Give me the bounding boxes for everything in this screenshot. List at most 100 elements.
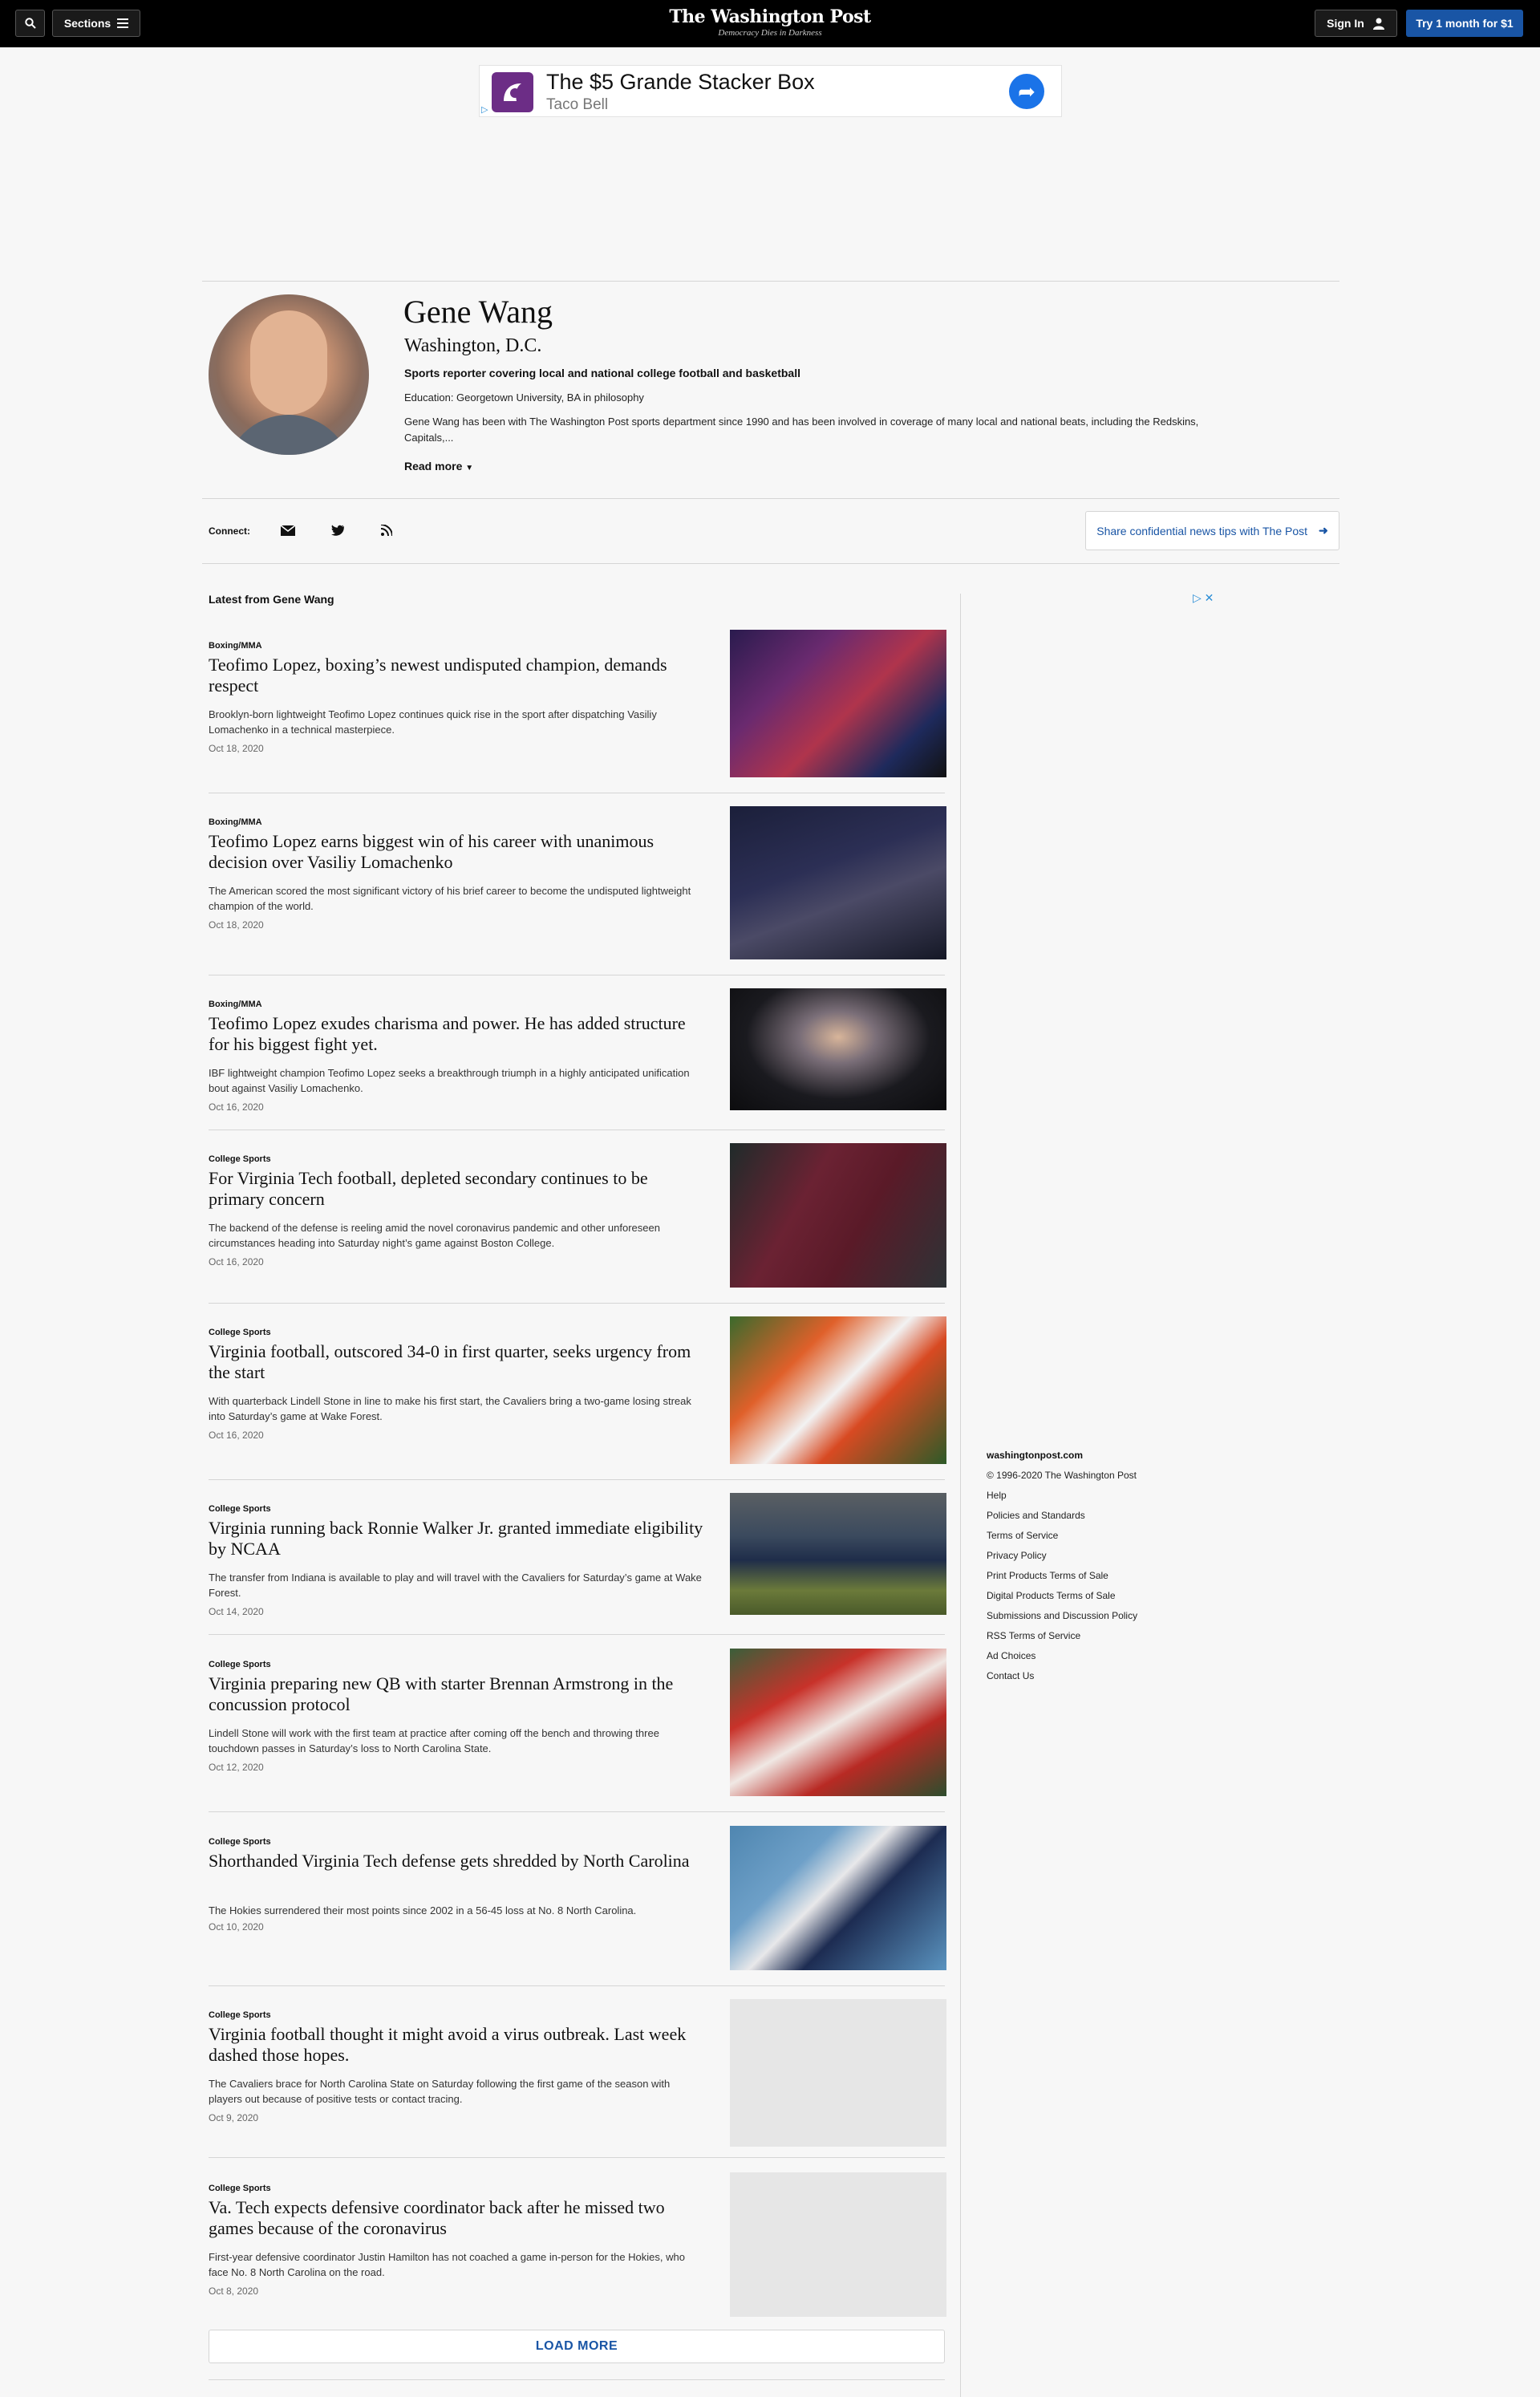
divider bbox=[202, 281, 1339, 282]
adchoices-icon[interactable]: ▷ ✕ bbox=[1193, 591, 1214, 605]
article-divider bbox=[209, 1303, 945, 1304]
article-date: Oct 8, 2020 bbox=[209, 2285, 259, 2297]
article-headline[interactable]: Teofimo Lopez exudes charisma and power.… bbox=[209, 1013, 706, 1055]
logo-tagline: Democracy Dies in Darkness bbox=[718, 28, 822, 38]
latest-heading: Latest from Gene Wang bbox=[209, 593, 334, 606]
article-section: College Sports bbox=[209, 1660, 271, 1669]
article-blurb: IBF lightweight champion Teofimo Lopez s… bbox=[209, 1067, 690, 1094]
article-thumbnail[interactable] bbox=[730, 1649, 946, 1796]
ad-title: The $5 Grande Stacker Box bbox=[546, 70, 815, 94]
article-blurb: With quarterback Lindell Stone in line t… bbox=[209, 1395, 691, 1422]
banner-ad[interactable]: The $5 Grande Stacker Box Taco Bell ➦ ▷ bbox=[479, 65, 1062, 117]
article-headline[interactable]: Va. Tech expects defensive coordinator b… bbox=[209, 2197, 706, 2239]
read-more-button[interactable]: Read more ▼ bbox=[404, 460, 473, 473]
article-blurb: First-year defensive coordinator Justin … bbox=[209, 2251, 685, 2278]
ad-directions-icon[interactable]: ➦ bbox=[1009, 74, 1044, 109]
article-divider bbox=[209, 1634, 945, 1635]
article-blurb: Brooklyn-born lightweight Teofimo Lopez … bbox=[209, 708, 657, 736]
rss-icon[interactable] bbox=[378, 521, 395, 539]
article-thumbnail[interactable] bbox=[730, 1826, 946, 1970]
article-date: Oct 16, 2020 bbox=[209, 1101, 264, 1113]
sections-label: Sections bbox=[63, 17, 111, 30]
article-date: Oct 10, 2020 bbox=[209, 1921, 264, 1933]
article-section: Boxing/MMA bbox=[209, 641, 262, 651]
author-location: Washington, D.C. bbox=[404, 335, 542, 356]
article-thumbnail[interactable] bbox=[730, 630, 946, 777]
article-blurb: The transfer from Indiana is available t… bbox=[209, 1572, 702, 1599]
load-more-button[interactable]: LOAD MORE bbox=[209, 2330, 945, 2363]
footer-link[interactable]: RSS Terms of Service bbox=[987, 1626, 1137, 1646]
article-date: Oct 18, 2020 bbox=[209, 919, 264, 931]
divider bbox=[209, 2379, 945, 2380]
footer-link[interactable]: Help bbox=[987, 1486, 1137, 1506]
article-date: Oct 16, 2020 bbox=[209, 1430, 264, 1441]
article-thumbnail-placeholder[interactable] bbox=[730, 2172, 946, 2317]
article-divider bbox=[209, 2157, 945, 2158]
article-thumbnail[interactable] bbox=[730, 988, 946, 1110]
tips-label: Share confidential news tips with The Po… bbox=[1096, 524, 1308, 537]
article-headline[interactable]: Teofimo Lopez, boxing’s newest undispute… bbox=[209, 655, 706, 696]
share-news-tips-button[interactable]: Share confidential news tips with The Po… bbox=[1085, 511, 1339, 550]
article-headline[interactable]: For Virginia Tech football, depleted sec… bbox=[209, 1168, 706, 1210]
article-date: Oct 12, 2020 bbox=[209, 1762, 264, 1773]
article-headline[interactable]: Virginia football thought it might avoid… bbox=[209, 2024, 706, 2066]
article-blurb: Lindell Stone will work with the first t… bbox=[209, 1727, 659, 1754]
sign-in-button[interactable]: Sign In bbox=[1315, 10, 1397, 37]
article-divider bbox=[209, 1811, 945, 1812]
article-divider bbox=[209, 1479, 945, 1480]
article-thumbnail[interactable] bbox=[730, 1143, 946, 1288]
article-date: Oct 18, 2020 bbox=[209, 743, 264, 754]
adchoices-icon[interactable]: ▷ bbox=[481, 104, 488, 115]
email-icon[interactable] bbox=[279, 521, 297, 539]
article-thumbnail-placeholder[interactable] bbox=[730, 1999, 946, 2147]
caret-down-icon: ▼ bbox=[465, 464, 474, 473]
article-divider bbox=[209, 1985, 945, 1986]
article-date: Oct 14, 2020 bbox=[209, 1606, 264, 1617]
article-section: College Sports bbox=[209, 2184, 271, 2193]
connect-label: Connect: bbox=[209, 525, 250, 537]
article-headline[interactable]: Virginia running back Ronnie Walker Jr. … bbox=[209, 1518, 706, 1559]
read-more-label: Read more bbox=[404, 460, 463, 473]
sign-in-label: Sign In bbox=[1327, 17, 1364, 30]
article-blurb: The American scored the most significant… bbox=[209, 885, 691, 912]
article-blurb: The Cavaliers brace for North Carolina S… bbox=[209, 2078, 671, 2105]
footer-link[interactable]: Digital Products Terms of Sale bbox=[987, 1586, 1137, 1606]
author-title: Sports reporter covering local and natio… bbox=[404, 367, 800, 379]
divider bbox=[202, 563, 1339, 564]
twitter-icon[interactable] bbox=[329, 521, 346, 539]
footer-link[interactable]: Print Products Terms of Sale bbox=[987, 1566, 1137, 1586]
article-blurb: The Hokies surrendered their most points… bbox=[209, 1904, 637, 1916]
footer-copyright: © 1996-2020 The Washington Post bbox=[987, 1470, 1137, 1481]
search-button[interactable] bbox=[15, 10, 45, 37]
footer-link[interactable]: Ad Choices bbox=[987, 1646, 1137, 1666]
article-headline[interactable]: Virginia football, outscored 34-0 in fir… bbox=[209, 1341, 706, 1383]
logo-name: The Washington Post bbox=[669, 6, 871, 27]
search-icon bbox=[24, 18, 36, 29]
arrow-right-icon: ➜ bbox=[1319, 524, 1328, 537]
author-avatar bbox=[209, 294, 369, 455]
footer-link[interactable]: Policies and Standards bbox=[987, 1506, 1137, 1526]
article-thumbnail[interactable] bbox=[730, 1316, 946, 1464]
article-thumbnail[interactable] bbox=[730, 806, 946, 959]
article-headline[interactable]: Virginia preparing new QB with starter B… bbox=[209, 1673, 706, 1715]
footer-brand[interactable]: washingtonpost.com bbox=[987, 1446, 1137, 1466]
article-headline[interactable]: Shorthanded Virginia Tech defense gets s… bbox=[209, 1851, 706, 1872]
author-name: Gene Wang bbox=[403, 294, 553, 330]
article-date: Oct 9, 2020 bbox=[209, 2112, 259, 2123]
article-section: Boxing/MMA bbox=[209, 1000, 262, 1009]
footer-link[interactable]: Privacy Policy bbox=[987, 1546, 1137, 1566]
subscribe-button[interactable]: Try 1 month for $1 bbox=[1406, 10, 1523, 37]
sections-menu-button[interactable]: Sections bbox=[52, 10, 140, 37]
article-thumbnail[interactable] bbox=[730, 1493, 946, 1615]
footer-link[interactable]: Contact Us bbox=[987, 1666, 1137, 1686]
footer-link[interactable]: Submissions and Discussion Policy bbox=[987, 1606, 1137, 1626]
divider bbox=[202, 498, 1339, 499]
article-headline[interactable]: Teofimo Lopez earns biggest win of his c… bbox=[209, 831, 706, 873]
ad-advertiser: Taco Bell bbox=[546, 96, 609, 113]
footer-link[interactable]: Terms of Service bbox=[987, 1526, 1137, 1546]
article-section: College Sports bbox=[209, 1504, 271, 1514]
article-section: Boxing/MMA bbox=[209, 817, 262, 827]
user-icon bbox=[1372, 18, 1384, 30]
site-logo[interactable]: The Washington Post Democracy Dies in Da… bbox=[610, 6, 930, 38]
article-section: College Sports bbox=[209, 1154, 271, 1164]
